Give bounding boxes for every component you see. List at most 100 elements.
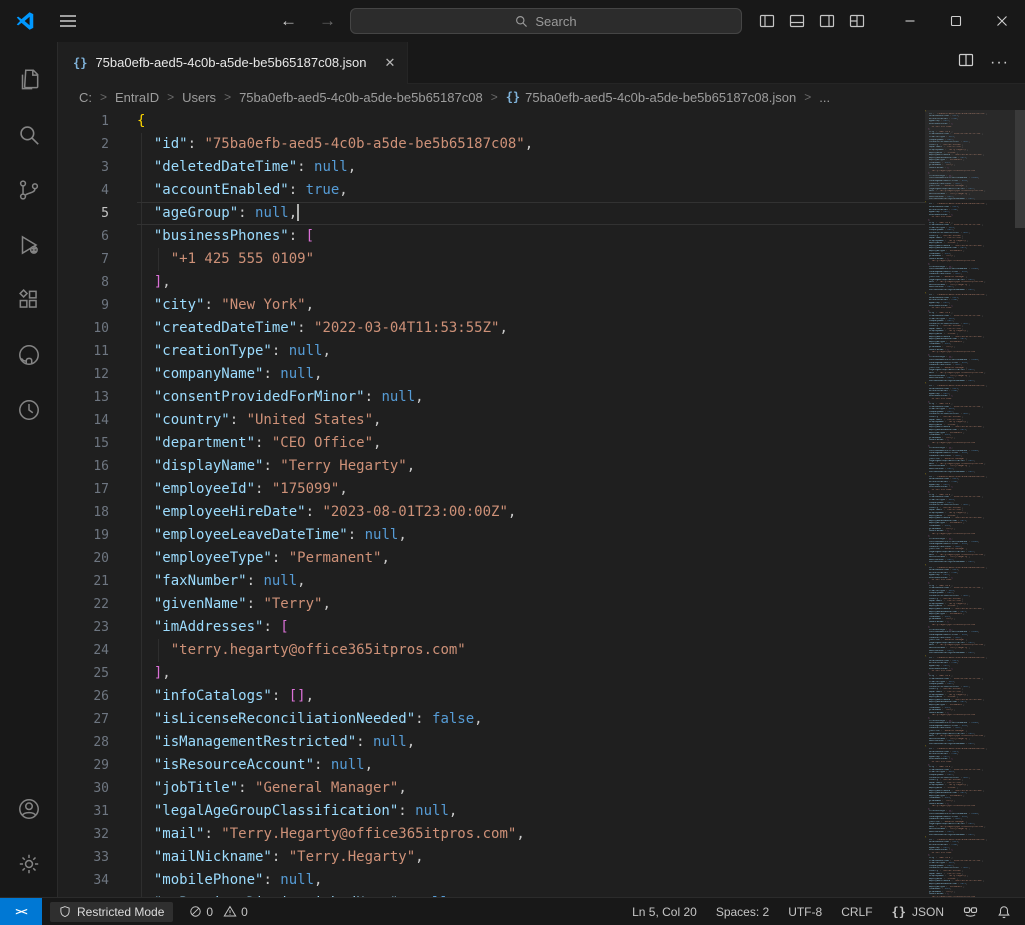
vertical-scrollbar[interactable] xyxy=(1015,110,1025,897)
code-line-text[interactable]: "employeeId": "175099", xyxy=(137,478,348,501)
code-line-text[interactable]: "isLicenseReconciliationNeeded": false, xyxy=(137,708,483,731)
code-line[interactable]: 16 "displayName": "Terry Hegarty", xyxy=(59,455,925,478)
indentation-button[interactable]: Spaces: 2 xyxy=(716,905,769,919)
code-line[interactable]: 12 "companyName": null, xyxy=(59,363,925,386)
code-line[interactable]: 14 "country": "United States", xyxy=(59,409,925,432)
code-line[interactable]: 34 "mobilePhone": null, xyxy=(59,869,925,892)
code-line[interactable]: 7 "+1 425 555 0109" xyxy=(59,248,925,271)
code-line[interactable]: 13 "consentProvidedForMinor": null, xyxy=(59,386,925,409)
code-line[interactable]: 5 "ageGroup": null, xyxy=(59,202,925,225)
problems-button[interactable]: 0 0 xyxy=(189,905,253,919)
code-lines[interactable]: 1{2 "id": "75ba0efb-aed5-4c0b-a5de-be5b6… xyxy=(59,110,925,897)
code-line-text[interactable]: "employeeType": "Permanent", xyxy=(137,547,390,570)
line-number[interactable]: 24 xyxy=(59,639,137,662)
cursor-position-button[interactable]: Ln 5, Col 20 xyxy=(632,905,697,919)
line-number[interactable]: 2 xyxy=(59,133,137,156)
breadcrumb-item[interactable]: C: xyxy=(79,90,92,105)
menu-hamburger-icon[interactable] xyxy=(58,11,78,31)
line-number[interactable]: 22 xyxy=(59,593,137,616)
scrollbar-thumb[interactable] xyxy=(1015,110,1025,228)
line-number[interactable]: 14 xyxy=(59,409,137,432)
navigate-forward-icon[interactable]: → xyxy=(319,11,336,31)
code-line-text[interactable]: ], xyxy=(137,662,171,685)
toggle-secondary-sidebar-icon[interactable] xyxy=(819,13,835,29)
line-number[interactable]: 12 xyxy=(59,363,137,386)
line-number[interactable]: 29 xyxy=(59,754,137,777)
settings-gear-icon[interactable] xyxy=(5,836,53,891)
code-line[interactable]: 28 "isManagementRestricted": null, xyxy=(59,731,925,754)
line-number[interactable]: 33 xyxy=(59,846,137,869)
extensions-icon[interactable] xyxy=(5,272,53,327)
code-line-text[interactable]: "accountEnabled": true, xyxy=(137,179,348,202)
line-number[interactable]: 17 xyxy=(59,478,137,501)
code-line-text[interactable]: "companyName": null, xyxy=(137,363,322,386)
line-number[interactable]: 34 xyxy=(59,869,137,892)
line-number[interactable]: 9 xyxy=(59,294,137,317)
minimap[interactable]: { "id": "75ba0efb-aed5-4c0b-a5de-be5b651… xyxy=(925,110,1015,897)
code-line-text[interactable]: "legalAgeGroupClassification": null, xyxy=(137,800,457,823)
code-line-text[interactable]: "creationType": null, xyxy=(137,340,331,363)
code-line-text[interactable]: "jobTitle": "General Manager", xyxy=(137,777,407,800)
code-line[interactable]: 27 "isLicenseReconciliationNeeded": fals… xyxy=(59,708,925,731)
code-line-text[interactable]: "givenName": "Terry", xyxy=(137,593,331,616)
code-line-text[interactable]: "country": "United States", xyxy=(137,409,381,432)
line-number[interactable]: 13 xyxy=(59,386,137,409)
minimap-slider[interactable] xyxy=(925,110,1015,200)
code-line-text[interactable]: "employeeHireDate": "2023-08-01T23:00:00… xyxy=(137,501,516,524)
code-line-text[interactable]: "createdDateTime": "2022-03-04T11:53:55Z… xyxy=(137,317,508,340)
language-mode-button[interactable]: {} JSON xyxy=(892,905,944,919)
line-number[interactable]: 5 xyxy=(59,202,137,225)
code-line[interactable]: 18 "employeeHireDate": "2023-08-01T23:00… xyxy=(59,501,925,524)
line-number[interactable]: 19 xyxy=(59,524,137,547)
code-line[interactable]: 32 "mail": "Terry.Hegarty@office365itpro… xyxy=(59,823,925,846)
line-number[interactable]: 8 xyxy=(59,271,137,294)
line-number[interactable]: 16 xyxy=(59,455,137,478)
run-debug-icon[interactable] xyxy=(5,217,53,272)
code-line-text[interactable]: "imAddresses": [ xyxy=(137,616,289,639)
line-number[interactable]: 4 xyxy=(59,179,137,202)
code-line[interactable]: 31 "legalAgeGroupClassification": null, xyxy=(59,800,925,823)
code-line[interactable]: 1{ xyxy=(59,110,925,133)
code-line[interactable]: 26 "infoCatalogs": [], xyxy=(59,685,925,708)
encoding-button[interactable]: UTF-8 xyxy=(788,905,822,919)
navigate-back-icon[interactable]: ← xyxy=(280,11,297,31)
code-line-text[interactable]: "mail": "Terry.Hegarty@office365itpros.c… xyxy=(137,823,525,846)
code-line[interactable]: 17 "employeeId": "175099", xyxy=(59,478,925,501)
code-line[interactable]: 15 "department": "CEO Office", xyxy=(59,432,925,455)
code-line[interactable]: 21 "faxNumber": null, xyxy=(59,570,925,593)
code-line-text[interactable]: "id": "75ba0efb-aed5-4c0b-a5de-be5b65187… xyxy=(137,133,533,156)
line-number[interactable]: 21 xyxy=(59,570,137,593)
code-line-text[interactable]: ], xyxy=(137,271,171,294)
toggle-panel-icon[interactable] xyxy=(789,13,805,29)
code-line-text[interactable]: "department": "CEO Office", xyxy=(137,432,381,455)
code-line-text[interactable]: "isManagementRestricted": null, xyxy=(137,731,415,754)
accounts-icon[interactable] xyxy=(5,781,53,836)
code-line-text[interactable]: "mobilePhone": null, xyxy=(137,869,322,892)
github-icon[interactable] xyxy=(5,327,53,382)
code-line-text[interactable]: "mailNickname": "Terry.Hegarty", xyxy=(137,846,424,869)
code-line-text[interactable]: "isResourceAccount": null, xyxy=(137,754,373,777)
code-line-text[interactable]: "employeeLeaveDateTime": null, xyxy=(137,524,407,547)
code-line[interactable]: 24 "terry.hegarty@office365itpros.com" xyxy=(59,639,925,662)
timeline-history-icon[interactable] xyxy=(5,382,53,437)
code-line-text[interactable]: "city": "New York", xyxy=(137,294,314,317)
code-line[interactable]: 2 "id": "75ba0efb-aed5-4c0b-a5de-be5b651… xyxy=(59,133,925,156)
line-number[interactable]: 1 xyxy=(59,110,137,133)
line-number[interactable]: 20 xyxy=(59,547,137,570)
line-number[interactable]: 26 xyxy=(59,685,137,708)
breadcrumb-item[interactable]: EntraID xyxy=(115,90,159,105)
explorer-icon[interactable] xyxy=(5,52,53,107)
more-actions-icon[interactable]: ··· xyxy=(990,54,1009,72)
source-control-icon[interactable] xyxy=(5,162,53,217)
code-line-text[interactable]: "businessPhones": [ xyxy=(137,225,314,248)
notifications-bell-icon[interactable] xyxy=(997,905,1011,919)
split-editor-icon[interactable] xyxy=(958,52,974,73)
line-number[interactable]: 25 xyxy=(59,662,137,685)
line-number[interactable]: 15 xyxy=(59,432,137,455)
code-line-text[interactable]: "displayName": "Terry Hegarty", xyxy=(137,455,415,478)
code-line-text[interactable]: "terry.hegarty@office365itpros.com" xyxy=(137,639,466,662)
copilot-icon[interactable] xyxy=(963,905,978,918)
code-line[interactable]: 11 "creationType": null, xyxy=(59,340,925,363)
code-line[interactable]: 20 "employeeType": "Permanent", xyxy=(59,547,925,570)
command-center-search[interactable]: Search xyxy=(350,8,742,34)
